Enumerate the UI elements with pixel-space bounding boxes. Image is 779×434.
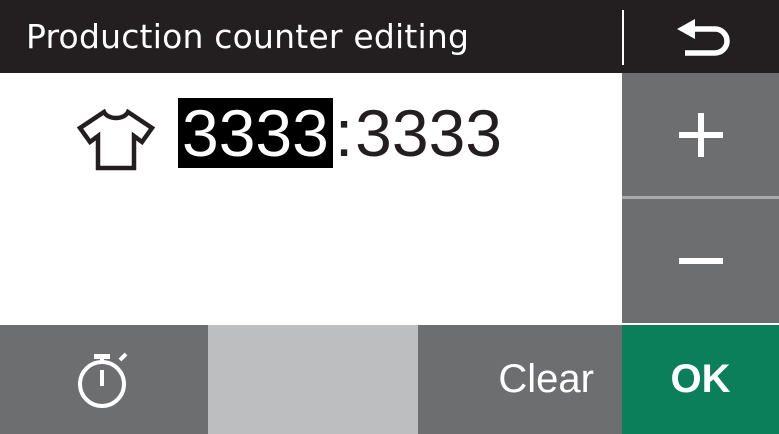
t-shirt-icon [76,108,156,171]
target-count-field[interactable]: 3333 [355,95,502,171]
page-title: Production counter editing [26,17,470,56]
empty-button [208,325,418,434]
production-counter: 3333 : 3333 [178,83,502,183]
return-arrow-icon [676,18,730,56]
title-bar: Production counter editing [0,0,779,73]
bottom-toolbar: Clear OK [0,325,779,434]
plus-icon [678,112,723,157]
clear-button[interactable]: Clear [418,325,622,434]
stopwatch-icon [78,352,128,408]
decrease-button[interactable] [622,199,779,323]
header-divider [622,10,624,65]
back-button[interactable] [626,0,779,73]
timer-button[interactable] [0,325,208,434]
minus-icon [678,258,723,264]
counter-separator: : [334,96,354,170]
current-count-field[interactable]: 3333 [178,98,333,168]
increase-button[interactable] [622,73,779,196]
ok-button[interactable]: OK [622,325,779,434]
